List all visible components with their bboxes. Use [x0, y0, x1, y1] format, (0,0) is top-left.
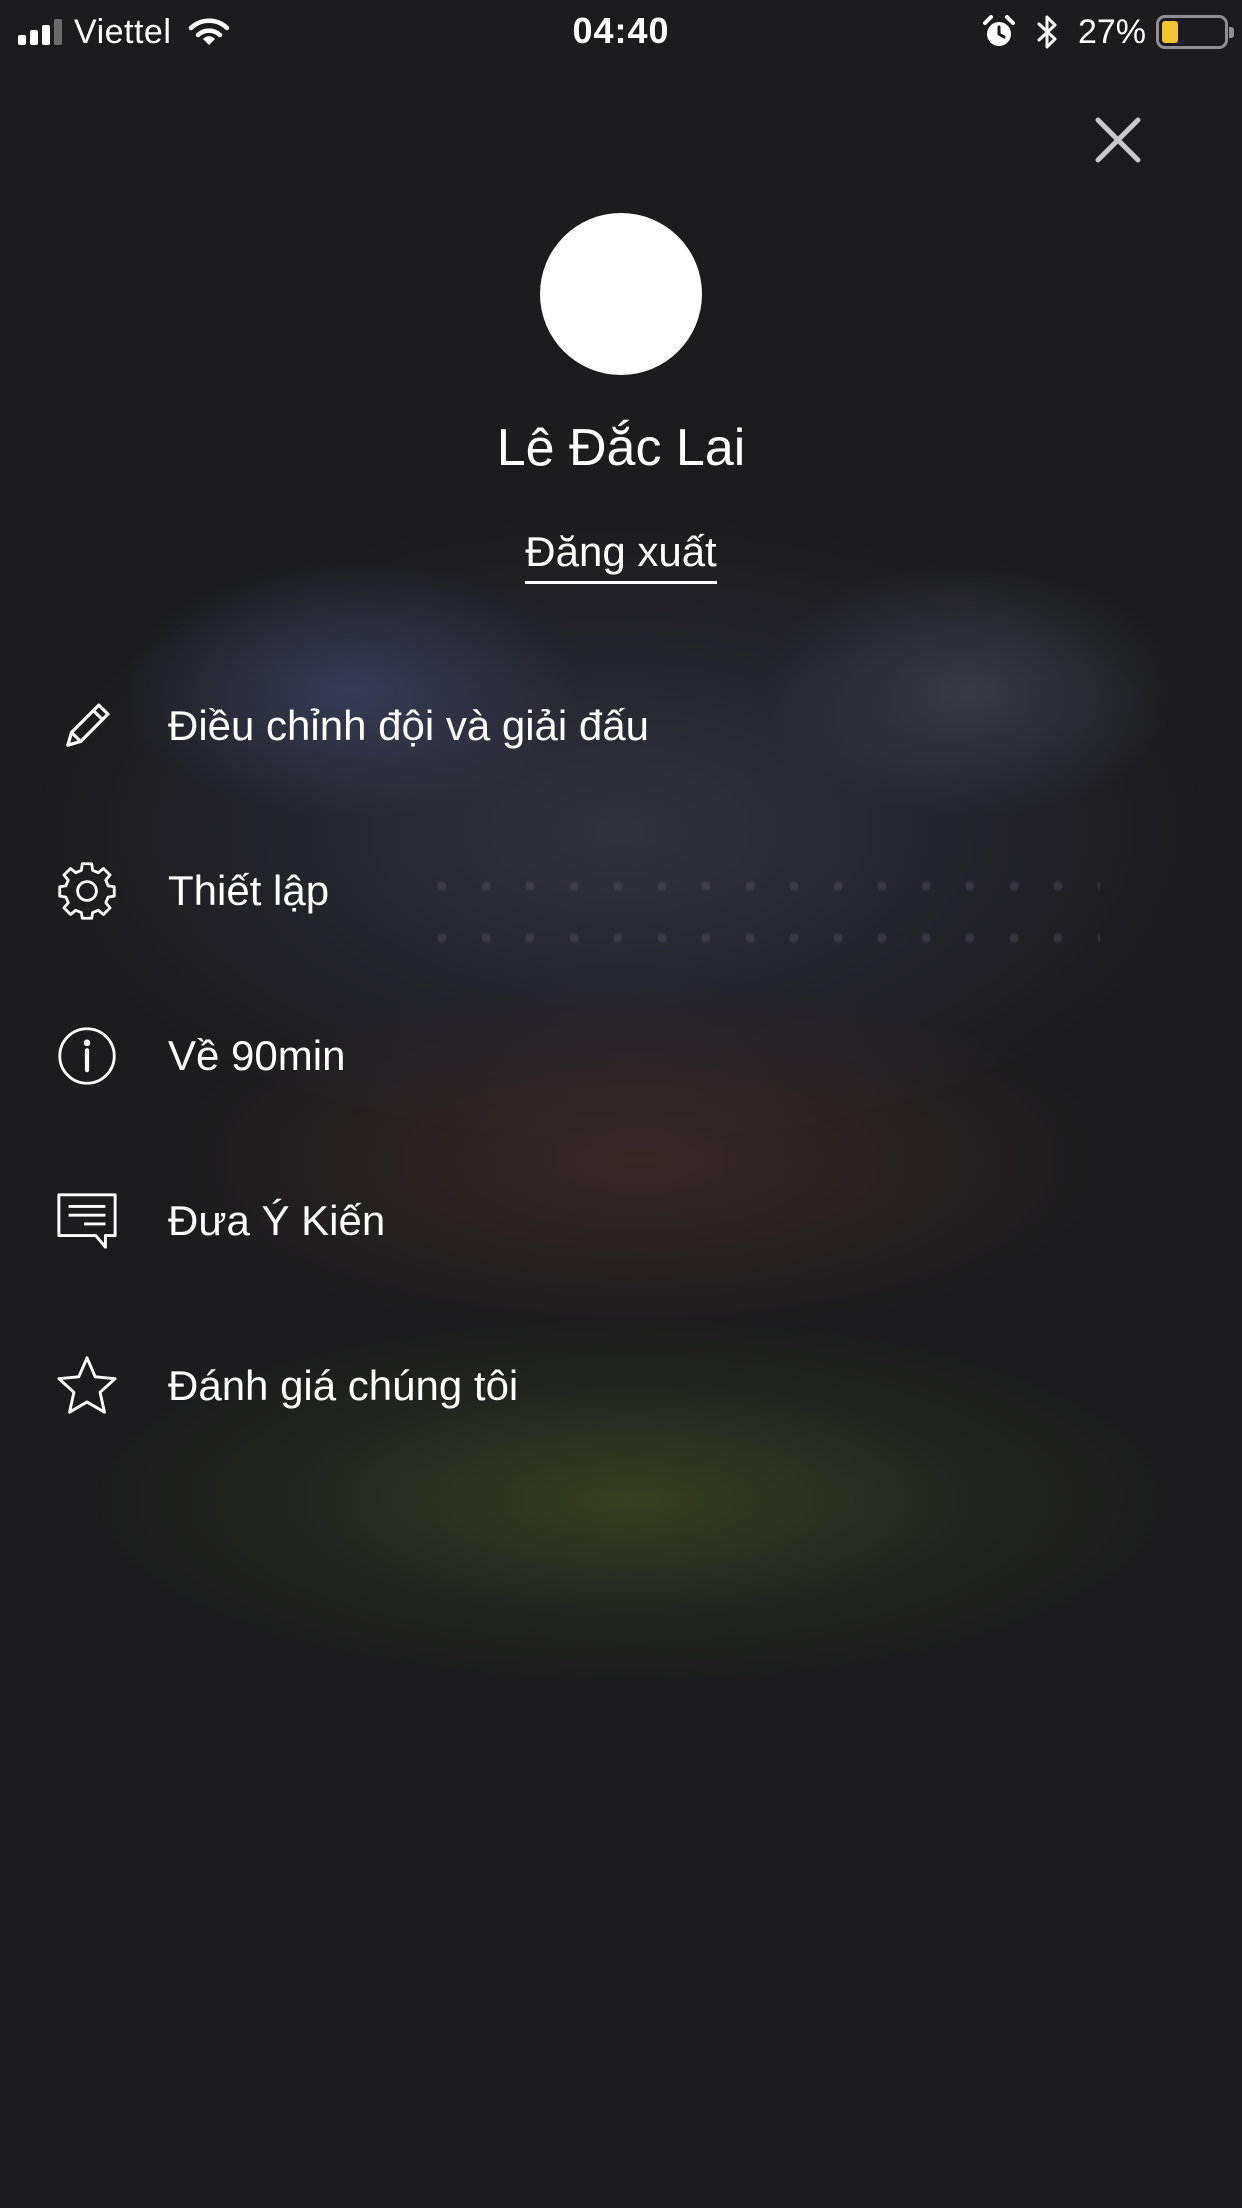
- menu-item-label: Đánh giá chúng tôi: [168, 1362, 519, 1409]
- battery-icon: [1156, 15, 1234, 49]
- menu-item-feedback[interactable]: Đưa Ý Kiến: [0, 1161, 1242, 1281]
- menu-item-about[interactable]: Về 90min: [0, 996, 1242, 1116]
- menu-item-edit-teams[interactable]: Điều chỉnh đội và giải đấu: [0, 666, 1242, 786]
- pencil-icon: [54, 693, 120, 759]
- menu-item-label: Điều chỉnh đội và giải đấu: [168, 702, 649, 749]
- alarm-icon: [982, 15, 1015, 46]
- battery-percent: 27%: [1077, 12, 1146, 51]
- menu-item-label: Đưa Ý Kiến: [168, 1197, 386, 1244]
- gear-icon: [54, 858, 120, 924]
- user-name: Lê Đắc Lai: [496, 419, 746, 477]
- menu-item-rate-us[interactable]: Đánh giá chúng tôi: [0, 1326, 1242, 1446]
- status-right: 27%: [982, 12, 1234, 52]
- close-icon: [1095, 117, 1141, 163]
- menu-item-settings[interactable]: Thiết lập: [0, 831, 1242, 951]
- menu-item-label: Về 90min: [168, 1032, 346, 1079]
- bluetooth-icon: [1037, 15, 1057, 49]
- close-button[interactable]: [1088, 110, 1148, 170]
- star-icon: [54, 1353, 120, 1419]
- menu-item-label: Thiết lập: [168, 867, 330, 914]
- logout-container: Đăng xuất: [0, 528, 1242, 584]
- status-bar: Viettel 04:40 27%: [0, 0, 1242, 64]
- menu-screen: Viettel 04:40 27% Lê Đắc Lai Đăng xuất Đ…: [0, 0, 1242, 2208]
- feedback-icon: [54, 1188, 120, 1254]
- avatar[interactable]: [540, 213, 702, 375]
- logout-link[interactable]: Đăng xuất: [525, 528, 717, 584]
- info-icon: [54, 1023, 120, 1089]
- battery-level: [1162, 21, 1178, 43]
